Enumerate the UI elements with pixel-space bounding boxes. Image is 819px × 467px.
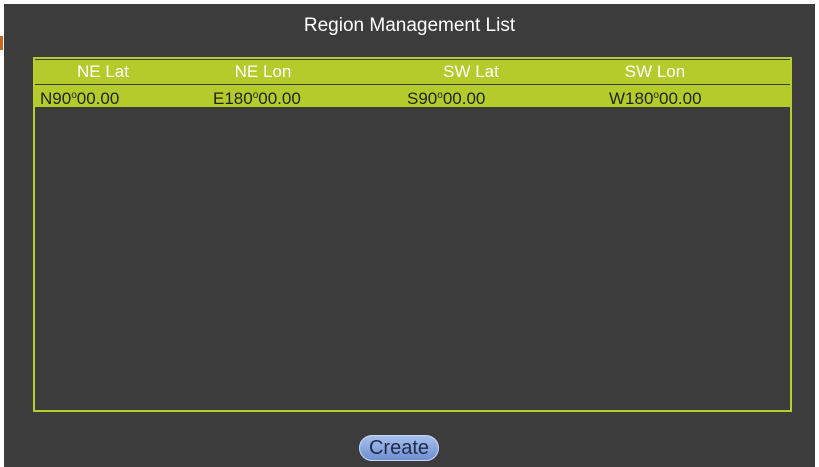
column-header-ne-lat: NE Lat <box>77 62 129 81</box>
region-management-window: Region Management List NE Lat NE Lon SW … <box>4 4 815 467</box>
cell-ne-lon: E180o00.00 <box>213 89 301 108</box>
cell-sw-lon: W180o00.00 <box>609 89 702 108</box>
column-header-ne-lon: NE Lon <box>234 62 292 81</box>
column-header-sw-lon: SW Lon <box>624 62 686 81</box>
window-edge-marker <box>0 36 3 50</box>
window-title: Region Management List <box>303 15 516 36</box>
cell-ne-lat: N90o00.00 <box>40 89 120 108</box>
region-list: NE Lat NE Lon SW Lat SW Lon N90o00.00 E1… <box>33 57 792 412</box>
column-header-sw-lat: SW Lat <box>443 62 499 81</box>
create-button[interactable]: Create <box>359 435 439 461</box>
table-row[interactable]: N90o00.00 E180o00.00 S90o00.00 W180o00.0… <box>35 85 790 108</box>
table-header: NE Lat NE Lon SW Lat SW Lon <box>35 60 790 84</box>
cell-sw-lat: S90o00.00 <box>407 89 486 108</box>
